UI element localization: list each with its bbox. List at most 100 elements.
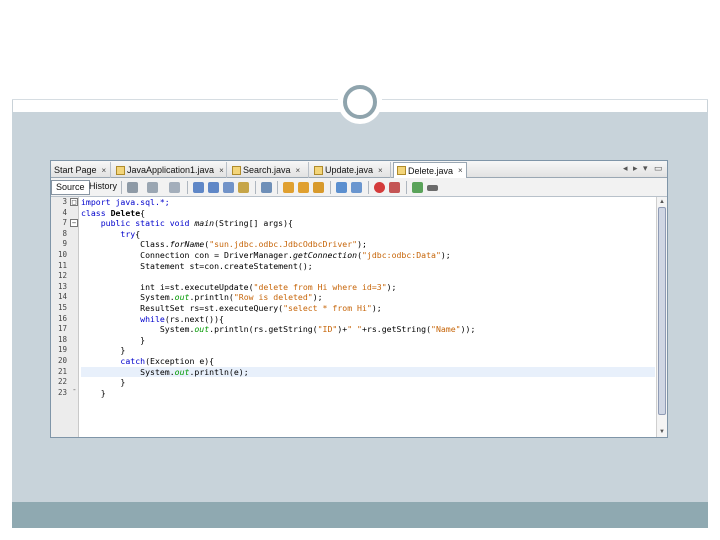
code-line[interactable]: System.out.println("Row is deleted");	[81, 292, 655, 303]
code-token: main	[194, 218, 215, 229]
code-line[interactable]: while(rs.next()){	[81, 314, 655, 325]
code-token: );	[440, 250, 451, 260]
code-token: "jdbc:odbc:Data"	[362, 250, 441, 260]
code-line[interactable]: }	[81, 377, 655, 388]
code-token: }	[81, 377, 126, 388]
tab-update[interactable]: Update.java ×	[311, 162, 391, 178]
code-line[interactable]: }	[81, 335, 655, 346]
code-line[interactable]: catch(Exception e){	[81, 356, 655, 367]
tab-javaapplication1[interactable]: JavaApplication1.java ×	[113, 162, 227, 178]
code-line[interactable]: Class.forName("sun.jdbc.odbc.JdbcOdbcDri…	[81, 239, 655, 250]
code-line[interactable]: try{	[81, 229, 655, 240]
code-line[interactable]: Statement st=con.createStatement();	[81, 261, 655, 272]
start-macro-icon[interactable]	[351, 182, 362, 193]
java-file-icon	[232, 165, 241, 175]
find-selection-icon[interactable]	[223, 182, 234, 193]
next-bookmark-icon[interactable]	[298, 182, 309, 193]
editor-toolbar: Source History	[51, 178, 667, 197]
code-token: ResultSet rs=st.executeQuery(	[81, 303, 284, 313]
code-line[interactable]: import java.sql.*;	[81, 197, 655, 208]
scroll-tabs-left-icon[interactable]: ◂	[623, 163, 628, 174]
tab-label: Update.java	[325, 165, 374, 175]
toggle-highlight-icon[interactable]	[238, 182, 249, 193]
tab-start-page[interactable]: Start Page ×	[51, 162, 111, 178]
tab-label: Search.java	[243, 165, 291, 175]
close-icon[interactable]: ×	[102, 166, 107, 175]
code-editor-area[interactable]: import java.sql.*; class Delete{ public s…	[81, 197, 655, 437]
scroll-up-icon[interactable]: ▲	[657, 197, 667, 207]
show-opened-documents-icon[interactable]: ▾	[643, 163, 648, 174]
history-view-button[interactable]: History	[85, 180, 121, 195]
line-number: 9	[62, 239, 67, 249]
shift-left-icon[interactable]	[313, 182, 324, 193]
code-token: );	[371, 303, 382, 313]
java-file-icon	[314, 165, 323, 175]
toolbar-separator	[330, 181, 331, 194]
code-line[interactable]: public static void main(String[] args){	[81, 218, 655, 229]
toolbar-separator	[121, 181, 122, 194]
close-icon[interactable]: ×	[296, 166, 301, 175]
record-icon[interactable]	[389, 182, 400, 193]
toggle-bookmark-icon[interactable]	[261, 182, 272, 193]
code-token: catch	[81, 356, 146, 366]
line-number: 20	[57, 356, 67, 365]
fold-collapse-icon[interactable]: □	[70, 198, 78, 206]
code-token: " "	[347, 324, 362, 335]
fold-collapse-icon[interactable]: −	[70, 219, 78, 227]
scroll-down-icon[interactable]: ▼	[657, 427, 667, 437]
code-token: public static void	[81, 218, 195, 229]
restore-window-icon[interactable]: ▭	[654, 163, 663, 174]
line-number: 21	[57, 366, 67, 376]
shift-right-icon[interactable]	[336, 182, 347, 193]
slide-divider-right	[382, 99, 708, 100]
find-next-icon[interactable]	[208, 182, 219, 193]
close-icon[interactable]: ×	[219, 166, 224, 175]
code-line[interactable]: }	[81, 345, 655, 356]
find-previous-icon[interactable]	[193, 182, 204, 193]
code-line[interactable]: ResultSet rs=st.executeQuery("select * f…	[81, 303, 655, 314]
editor-tab-bar: Start Page × JavaApplication1.java × Sea…	[51, 161, 667, 178]
code-token: "ID"	[317, 324, 338, 335]
scroll-tabs-right-icon[interactable]: ▸	[633, 163, 638, 174]
vertical-scrollbar[interactable]: ▲ ▼	[656, 197, 667, 437]
line-number: 11	[57, 260, 67, 270]
code-token: Class.	[81, 239, 170, 250]
source-view-button[interactable]: Source	[51, 180, 90, 195]
code-line[interactable]: Connection con = DriverManager.getConnec…	[81, 250, 655, 261]
code-token: "Row is deleted"	[233, 292, 313, 303]
previous-bookmark-icon[interactable]	[283, 182, 294, 193]
tab-search[interactable]: Search.java ×	[229, 162, 309, 178]
code-token: "sun.jdbc.odbc.JdbcOdbcDriver"	[209, 239, 358, 250]
go-back-icon[interactable]	[127, 182, 138, 193]
code-line[interactable]: System.out.println(e);	[81, 366, 655, 378]
last-edit-icon[interactable]	[169, 182, 180, 193]
code-line[interactable]: int i=st.executeUpdate("delete from Hi w…	[81, 282, 655, 293]
code-line[interactable]: System.out.println(rs.getString("ID")+" …	[81, 324, 655, 335]
code-token: }	[81, 334, 146, 345]
code-token: Delete	[110, 207, 141, 218]
close-icon[interactable]: ×	[458, 166, 463, 175]
code-token: {	[140, 207, 146, 218]
code-token: }	[81, 387, 106, 398]
code-token: Connection con = DriverManager.	[81, 250, 293, 260]
line-number: 15	[57, 303, 67, 312]
line-number: 22	[57, 377, 67, 387]
code-line[interactable]: }	[81, 388, 655, 399]
line-number: 4	[62, 207, 67, 217]
stop-macro-icon[interactable]	[374, 182, 385, 193]
toolbar-separator	[368, 181, 369, 194]
uncomment-icon[interactable]	[427, 185, 438, 191]
code-token: while	[81, 313, 165, 324]
code-line[interactable]	[81, 271, 655, 282]
comment-icon[interactable]	[412, 182, 423, 193]
scrollbar-thumb[interactable]	[658, 207, 666, 415]
tab-label: JavaApplication1.java	[127, 165, 215, 175]
code-line[interactable]: class Delete{	[81, 208, 655, 219]
code-token: System.	[81, 366, 175, 377]
close-icon[interactable]: ×	[378, 166, 383, 175]
tab-delete[interactable]: Delete.java ×	[393, 162, 467, 178]
code-token: (String[] args){	[214, 218, 293, 229]
line-number: 17	[57, 324, 67, 334]
code-token: "delete from Hi where id=3"	[253, 281, 387, 292]
go-forward-icon[interactable]	[147, 182, 158, 193]
